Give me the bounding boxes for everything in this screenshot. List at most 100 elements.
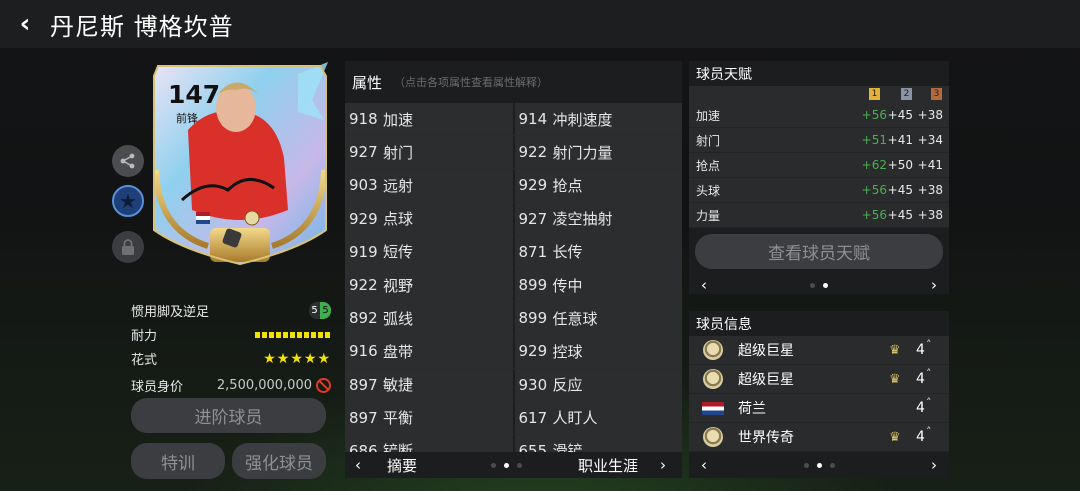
attribute-cell[interactable]: 919 短传 (345, 235, 515, 268)
player-info-nav: ‹ › (689, 452, 949, 478)
upgrade-arrow-icon: ˄ (926, 367, 932, 380)
attribute-cell[interactable]: 871 长传 (514, 235, 682, 268)
attribute-value: 871 (518, 242, 548, 261)
attribute-cell[interactable]: 922 射门力量 (514, 136, 682, 169)
attribute-value: 929 (349, 209, 378, 228)
info-page-dots (803, 462, 835, 468)
player-info-row[interactable]: 超级巨星 ♛ 4 ˄ (689, 365, 949, 394)
preferred-foot-row: 惯用脚及逆足 5 5 (131, 301, 331, 320)
player-info-row[interactable]: 超级巨星 ♛ 4 ˄ (689, 336, 949, 365)
attribute-cell[interactable]: 918 加速 (345, 103, 515, 136)
attribute-cell[interactable]: 927 射门 (345, 136, 515, 169)
attributes-header: 属性 （点击各项属性查看属性解释） (345, 61, 682, 103)
attribute-name: 点球 (383, 210, 414, 229)
view-talents-button[interactable]: 查看球员天赋 (695, 234, 943, 269)
player-info-text: 世界传奇 (738, 430, 794, 446)
attribute-row: 922 视野 899 传中 (345, 268, 682, 303)
attribute-cell[interactable]: 897 敏捷 (345, 368, 515, 401)
info-prev-arrow[interactable]: ‹ (701, 456, 707, 474)
talent-bonus-b: +50 (887, 158, 913, 172)
summary-tab[interactable]: 摘要 (387, 455, 417, 476)
player-info-row[interactable]: 世界传奇 ♛ 4 ˄ (689, 423, 949, 452)
favorite-button[interactable]: ★ (112, 185, 144, 217)
attribute-value: 922 (349, 276, 378, 295)
gold-badge-icon (703, 340, 723, 360)
talent-row: 头球 +56 +45 +38 (689, 178, 949, 203)
attribute-name: 射门 (383, 143, 414, 162)
attribute-cell[interactable]: 897 平衡 (345, 401, 515, 434)
talents-prev-arrow[interactable]: ‹ (701, 276, 707, 294)
attribute-row: 929 点球 927 凌空抽射 (345, 202, 682, 236)
attribute-value: 899 (518, 309, 548, 328)
talent-bonus-b: +41 (887, 133, 913, 147)
player-info-count: 4 (916, 371, 925, 387)
attribute-row: 897 敏捷 930 反应 (345, 368, 682, 402)
player-info-count: 4 (916, 400, 925, 416)
enhance-player-button[interactable]: 强化球员 (232, 443, 326, 479)
talent-label: 射门 (696, 133, 721, 148)
player-info-count: 4 (916, 342, 925, 358)
player-info-text: 荷兰 (738, 401, 766, 417)
attribute-name: 长传 (552, 243, 583, 262)
attribute-value: 914 (518, 110, 548, 129)
attribute-cell[interactable]: 916 盘带 (345, 335, 515, 368)
attribute-cell[interactable]: 922 视野 (345, 268, 515, 302)
attribute-cell[interactable]: 899 传中 (514, 268, 682, 302)
talent-bonus-c: +38 (917, 108, 943, 122)
player-info-row[interactable]: 荷兰 4 ˄ (689, 394, 949, 423)
skill-stars: ★★★★★ (263, 350, 331, 367)
attribute-cell[interactable]: 903 远射 (345, 169, 515, 202)
attributes-list: 918 加速 914 冲刺速度 927 射门 922 射门力量 903 远射 929 抢点 929 点球 9… (345, 103, 682, 469)
attribute-name: 加速 (383, 110, 414, 129)
talent-row: 射门 +51 +41 +34 (689, 128, 949, 153)
chevron-left-icon: ‹ (19, 9, 31, 39)
attribute-cell[interactable]: 617 人盯人 (514, 401, 682, 434)
value-amount: 2,500,000,000 (216, 378, 312, 393)
attribute-cell[interactable]: 929 点球 (345, 202, 515, 235)
skill-label: 花式 (131, 353, 158, 368)
attribute-name: 抢点 (552, 176, 583, 195)
value-label: 球员身价 (131, 380, 184, 395)
attribute-name: 人盯人 (552, 409, 598, 428)
next-arrow[interactable]: › (660, 456, 666, 474)
career-tab[interactable]: 职业生涯 (578, 455, 638, 476)
player-info-count: 4 (916, 429, 925, 445)
back-button[interactable]: ‹ (0, 0, 50, 48)
rank-header: 1 2 3 (689, 86, 949, 103)
netherlands-flag-icon (702, 402, 724, 415)
talent-label: 抢点 (696, 158, 721, 173)
attribute-value: 903 (349, 176, 378, 195)
attribute-name: 盘带 (383, 342, 414, 361)
foot-label: 惯用脚及逆足 (131, 305, 210, 320)
attribute-row: 927 射门 922 射门力量 (345, 136, 682, 170)
player-card[interactable]: 147 前锋 (148, 60, 332, 272)
attribute-name: 传中 (552, 276, 583, 295)
upgrade-arrow-icon: ˄ (926, 425, 932, 438)
talents-next-arrow[interactable]: › (931, 276, 937, 294)
attribute-cell[interactable]: 929 控球 (514, 335, 682, 368)
attribute-name: 任意球 (552, 309, 598, 328)
talent-bonus-b: +45 (887, 108, 913, 122)
share-button[interactable] (112, 145, 144, 177)
attribute-name: 弧线 (383, 309, 414, 328)
info-next-arrow[interactable]: › (931, 456, 937, 474)
prev-arrow[interactable]: ‹ (355, 456, 361, 474)
attribute-value: 918 (349, 110, 378, 129)
trophy-icon: ♛ (889, 371, 901, 387)
lock-button[interactable] (112, 231, 144, 263)
attribute-cell[interactable]: 892 弧线 (345, 302, 515, 335)
attribute-name: 平衡 (383, 409, 414, 428)
attribute-cell[interactable]: 930 反应 (514, 368, 682, 401)
card-rating: 147 (168, 80, 221, 109)
attribute-cell[interactable]: 927 凌空抽射 (514, 202, 682, 235)
rank-3: 3 (931, 88, 942, 100)
attributes-hint: （点击各项属性查看属性解释） (394, 76, 549, 89)
attribute-cell[interactable]: 929 抢点 (514, 169, 682, 202)
advance-player-button[interactable]: 进阶球员 (131, 398, 326, 433)
special-training-button[interactable]: 特训 (131, 443, 225, 479)
attribute-value: 897 (349, 375, 378, 394)
attribute-cell[interactable]: 914 冲刺速度 (514, 103, 682, 136)
foot-right-value: 5 (320, 302, 331, 319)
attribute-cell[interactable]: 899 任意球 (514, 302, 682, 335)
page-dots (491, 463, 522, 468)
